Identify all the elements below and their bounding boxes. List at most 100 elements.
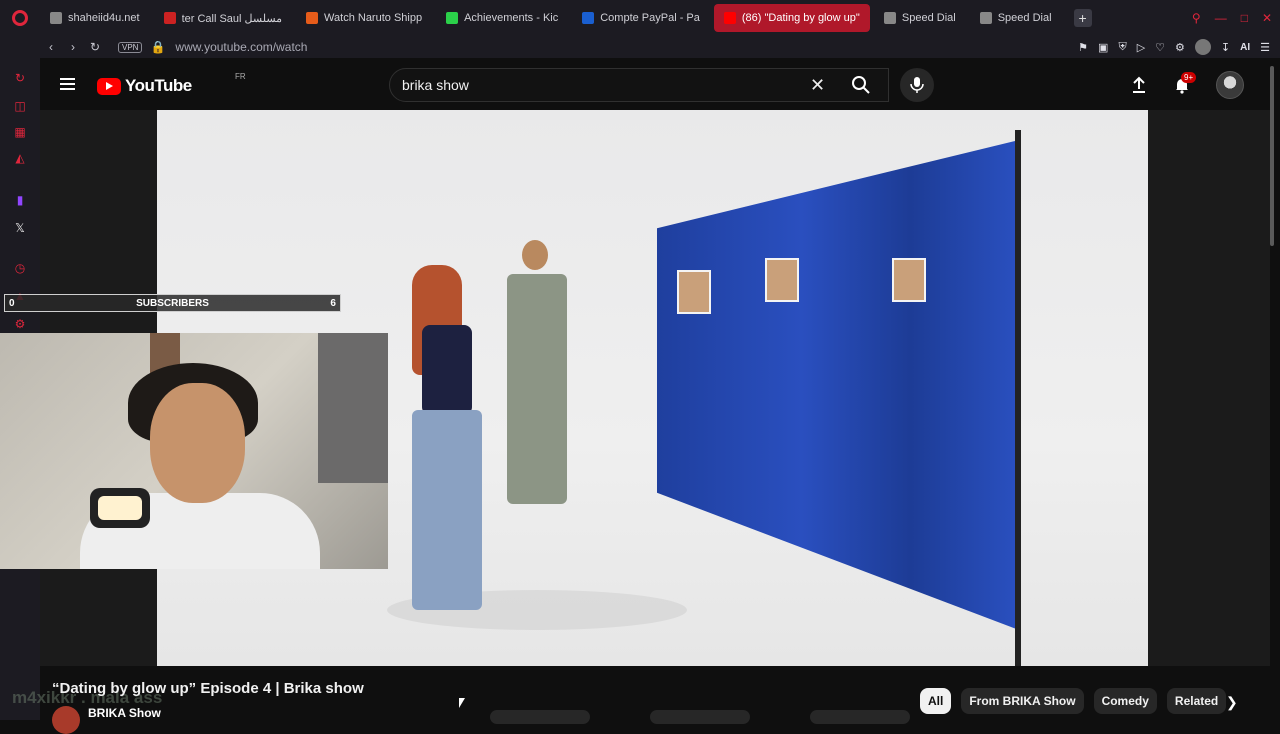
bookmark-icon[interactable]: ⚑: [1078, 41, 1088, 54]
chevron-right-icon[interactable]: ❯: [1226, 694, 1238, 711]
close-window-icon[interactable]: ✕: [1262, 11, 1272, 25]
webcam-overlay: [0, 333, 388, 569]
download-icon[interactable]: ↧: [1221, 41, 1230, 54]
extensions-icon[interactable]: ⚙: [1175, 41, 1185, 54]
account-avatar[interactable]: [1216, 71, 1244, 99]
messenger-icon[interactable]: ◭: [12, 150, 28, 166]
maximize-icon[interactable]: □: [1241, 11, 1248, 25]
browser-tab[interactable]: Compte PayPal - Pa: [572, 4, 710, 32]
blue-curtain: [657, 140, 1019, 630]
clear-search-icon[interactable]: ✕: [810, 75, 825, 96]
video-title: “Dating by glow up” Episode 4 | Brika sh…: [52, 680, 364, 697]
snapshot-icon[interactable]: ▣: [1098, 41, 1108, 54]
goal-start: 0: [9, 297, 15, 309]
heart-icon[interactable]: ♡: [1155, 41, 1165, 54]
youtube-logo[interactable]: YouTube FR: [97, 72, 246, 96]
url-field[interactable]: www.youtube.com/watch: [175, 40, 307, 54]
subscriber-goal-bar: 0 SUBSCRIBERS 6: [4, 294, 341, 312]
search-icon: [852, 76, 870, 94]
address-tools: ⚑ ▣ ⛨ ▷ ♡ ⚙ ↧ AI ☰: [1078, 36, 1270, 58]
guide-menu-icon[interactable]: [60, 78, 75, 90]
curtain-pole: [1015, 130, 1021, 666]
chip-related[interactable]: Related: [1166, 688, 1227, 714]
back-icon[interactable]: ‹: [40, 40, 62, 54]
tab-favicon-icon: [50, 12, 62, 24]
chip-comedy[interactable]: Comedy: [1093, 688, 1157, 714]
download-button[interactable]: [810, 710, 910, 724]
browser-tab[interactable]: (86) "Dating by glow up" E: [713, 4, 870, 32]
woman-figure: [402, 265, 492, 615]
like-button[interactable]: [490, 710, 590, 724]
tab-favicon-icon: [883, 12, 896, 24]
reload-icon[interactable]: ↻: [84, 40, 106, 54]
search-tabs-icon[interactable]: ⚲: [1192, 11, 1201, 25]
tab-label: (86) "Dating by glow up" E: [741, 12, 860, 24]
chip-from-brika-show[interactable]: From BRIKA Show: [961, 688, 1084, 714]
tab-label: Compte PayPal - Pa: [600, 12, 700, 24]
tab-favicon-icon: [306, 12, 319, 24]
shield-icon[interactable]: ⛨: [1118, 41, 1126, 54]
upload-button[interactable]: [1130, 76, 1148, 99]
search-button[interactable]: [840, 68, 882, 102]
goal-label: SUBSCRIBERS: [136, 297, 209, 309]
clock-icon[interactable]: ◷: [12, 260, 28, 276]
voice-search-button[interactable]: [900, 68, 934, 102]
youtube-header: YouTube FR brika show ✕ 9+: [40, 58, 1280, 110]
lock-icon[interactable]: 🔒: [150, 40, 165, 54]
country-code: FR: [235, 72, 246, 81]
browser-tab-bar: shaheiid4u.net ter Call Saul مسلسل Watch N…: [0, 0, 1280, 36]
tab-label: Achievements - Kic: [464, 12, 559, 24]
tab-favicon-icon: [723, 12, 736, 24]
browser-tab[interactable]: Speed Dial: [874, 4, 966, 32]
browser-tab[interactable]: Watch Naruto Shipp: [296, 4, 432, 32]
minimize-icon[interactable]: —: [1215, 11, 1227, 25]
tab-label: ter Call Saul مسلسل: [181, 12, 283, 25]
ai-button[interactable]: AI: [1240, 42, 1250, 53]
man-figure: [497, 240, 577, 510]
bag-icon[interactable]: ◫: [12, 98, 28, 114]
door: [318, 333, 388, 483]
browser-tab[interactable]: shaheiid4u.net: [40, 4, 150, 32]
mic-icon: [910, 77, 924, 93]
address-bar: ‹ › ↻ VPN 🔒 www.youtube.com/watch ⚑ ▣ ⛨ …: [0, 36, 1280, 58]
opera-menu-icon[interactable]: [0, 0, 40, 36]
wallet-icon[interactable]: ▦: [12, 124, 28, 140]
player-icon[interactable]: ▷: [1137, 41, 1145, 54]
channel-avatar[interactable]: [52, 706, 80, 734]
photo-left: [677, 270, 711, 314]
chip-all[interactable]: All: [920, 688, 952, 714]
goal-target: 6: [330, 297, 336, 309]
tab-label: Speed Dial: [901, 12, 956, 24]
photo-middle: [765, 258, 799, 302]
streamer-face: [150, 383, 245, 503]
tab-favicon-icon: [582, 12, 595, 24]
browser-tab[interactable]: Speed Dial: [970, 4, 1062, 32]
new-tab-button[interactable]: +: [1073, 9, 1092, 27]
forward-icon[interactable]: ›: [62, 40, 84, 54]
action-buttons: [490, 710, 910, 724]
history-icon[interactable]: ↻: [12, 70, 28, 86]
share-button[interactable]: [650, 710, 750, 724]
channel-row: BRIKA Show: [52, 706, 161, 734]
channel-name[interactable]: BRIKA Show: [88, 706, 161, 720]
profile-avatar[interactable]: [1194, 39, 1211, 55]
tab-favicon-icon: [446, 12, 459, 24]
upload-icon: [1133, 76, 1145, 93]
menu-icon[interactable]: ☰: [1260, 41, 1270, 54]
tab-label: Speed Dial: [997, 12, 1052, 24]
mouse-cursor: [459, 698, 465, 708]
x-icon[interactable]: 𝕏: [12, 220, 28, 236]
window-controls: ⚲ — □ ✕: [1192, 0, 1272, 36]
twitch-icon[interactable]: ▮: [12, 192, 28, 208]
scrollbar[interactable]: [1270, 66, 1274, 246]
tab-label: Watch Naruto Shipp: [324, 12, 423, 24]
photo-right: [892, 258, 926, 302]
browser-tab[interactable]: ter Call Saul مسلسل: [154, 4, 292, 32]
youtube-wordmark: YouTube: [125, 76, 192, 95]
tab-favicon-icon: [979, 12, 992, 24]
browser-tab[interactable]: Achievements - Kic: [436, 4, 568, 32]
vpn-badge[interactable]: VPN: [118, 41, 143, 53]
tab-favicon-icon: [163, 12, 176, 24]
tab-label: shaheiid4u.net: [68, 12, 140, 24]
settings-icon[interactable]: ⚙: [12, 316, 28, 332]
